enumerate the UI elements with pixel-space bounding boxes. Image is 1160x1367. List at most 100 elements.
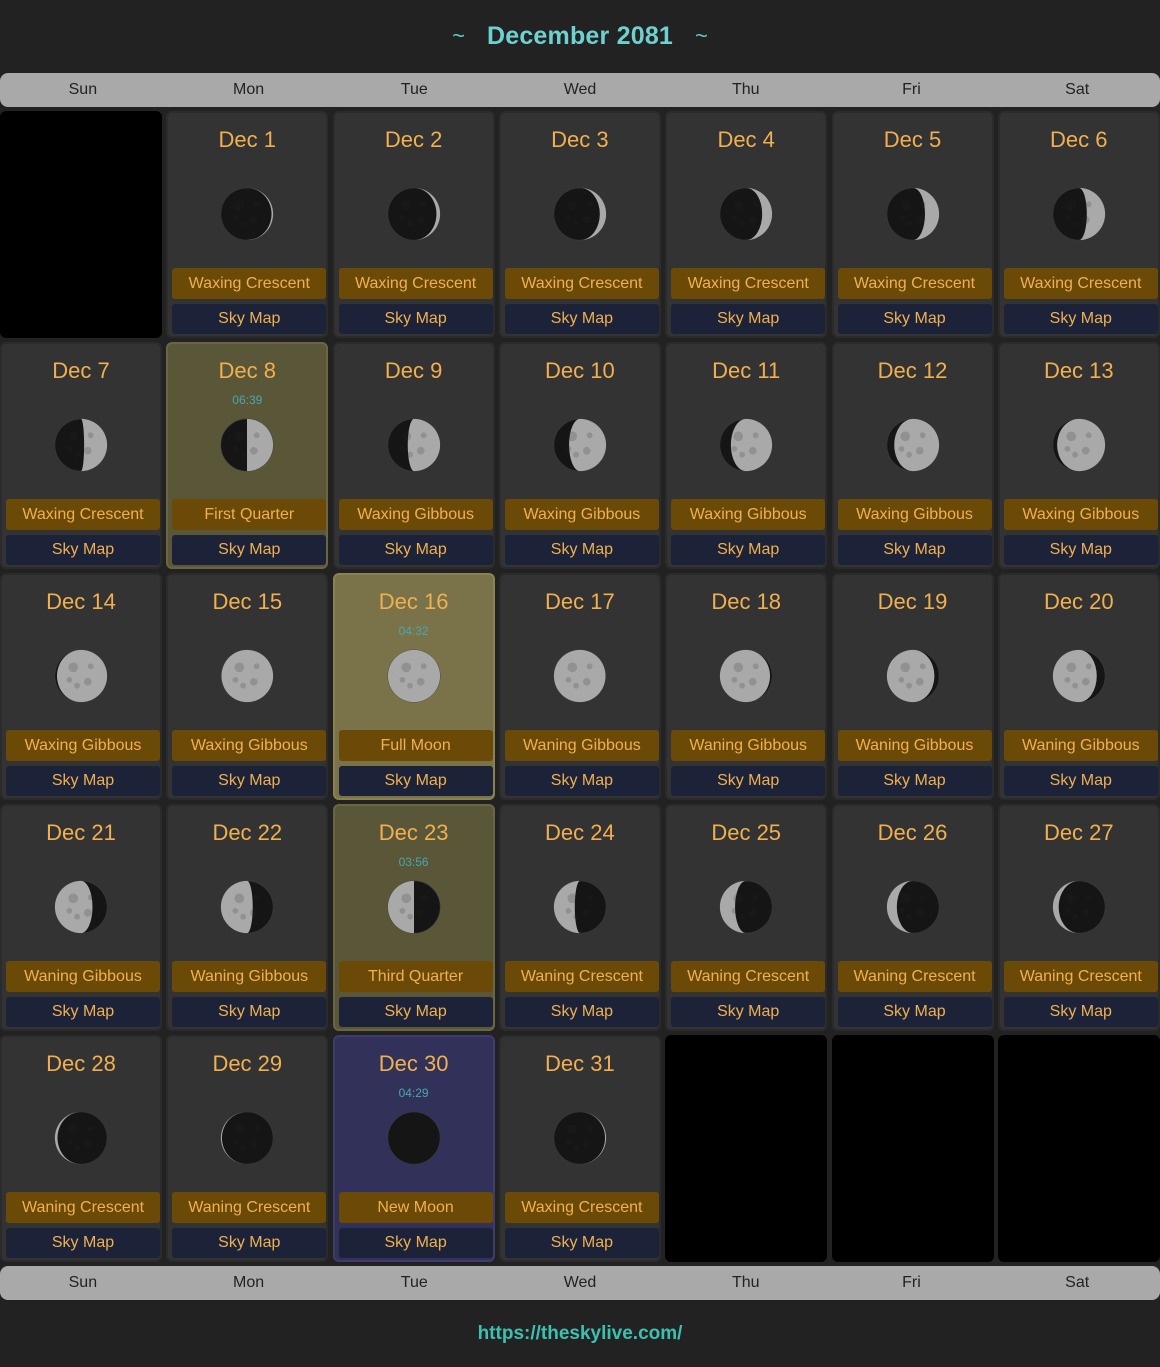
sky-map-button[interactable]: Sky Map — [504, 535, 659, 565]
weekday-label: Sat — [1065, 81, 1090, 98]
day-cell: Dec 26 Waning Crescent Sky Map — [831, 804, 994, 1031]
day-cell: Dec 8 06:39 First Quarter Sky Map — [166, 342, 329, 569]
phase-time: 03:56 — [398, 855, 429, 869]
moon-phase-icon — [553, 418, 607, 472]
sky-map-button[interactable]: Sky Map — [6, 535, 160, 565]
moon-phase-icon — [886, 418, 939, 472]
phase-label: Waxing Crescent — [671, 268, 826, 299]
empty-day-cell — [997, 1035, 1160, 1262]
day-date: Dec 12 — [877, 358, 948, 383]
day-date: Dec 18 — [711, 589, 782, 614]
day-cell: Dec 23 03:56 Third Quarter Sky Map — [332, 804, 495, 1031]
day-date: Dec 23 — [378, 820, 449, 845]
sky-map-button[interactable]: Sky Map — [671, 997, 826, 1027]
phase-label: Waning Gibbous — [1003, 730, 1158, 761]
sky-map-button[interactable]: Sky Map — [504, 997, 659, 1027]
sky-map-button[interactable]: Sky Map — [338, 535, 493, 565]
day-date: Dec 27 — [1043, 820, 1114, 845]
sky-map-button[interactable]: Sky Map — [338, 766, 493, 796]
sky-map-button[interactable]: Sky Map — [504, 304, 659, 334]
day-date: Dec 7 — [52, 358, 110, 383]
day-date: Dec 1 — [218, 127, 277, 152]
day-date: Dec 31 — [545, 1051, 615, 1076]
day-date: Dec 29 — [212, 1051, 283, 1076]
phase-label: Third Quarter — [338, 961, 493, 992]
sky-map-button[interactable]: Sky Map — [172, 997, 327, 1027]
day-cell: Dec 21 Waning Gibbous Sky Map — [0, 804, 162, 1031]
moon-phase-icon — [387, 1111, 440, 1165]
sky-map-button[interactable]: Sky Map — [837, 535, 992, 565]
sky-map-button[interactable]: Sky Map — [1003, 997, 1158, 1027]
phase-label: Waning Crescent — [504, 961, 659, 992]
weekday-label: Thu — [731, 81, 760, 98]
sky-map-button[interactable]: Sky Map — [172, 304, 327, 334]
sky-map-button[interactable]: Sky Map — [1003, 535, 1158, 565]
day-date: Dec 28 — [46, 1051, 116, 1076]
moon-phase-icon — [886, 187, 939, 241]
sky-map-button[interactable]: Sky Map — [504, 766, 659, 796]
moon-phase-icon — [387, 418, 440, 472]
sky-map-button[interactable]: Sky Map — [671, 766, 826, 796]
day-cell: Dec 9 Waxing Gibbous Sky Map — [332, 342, 495, 569]
day-cell: Dec 15 Waxing Gibbous Sky Map — [166, 573, 329, 800]
sky-map-button[interactable]: Sky Map — [338, 304, 493, 334]
sky-map-button[interactable]: Sky Map — [172, 1228, 327, 1258]
footer-site-link[interactable]: https://theskylive.com/ — [0, 1323, 1160, 1345]
phase-label: Waning Gibbous — [172, 961, 327, 992]
sky-map-button[interactable]: Sky Map — [6, 997, 160, 1027]
sky-map-button[interactable]: Sky Map — [671, 535, 826, 565]
sky-map-button[interactable]: Sky Map — [837, 997, 992, 1027]
phase-label: Waning Crescent — [6, 1192, 160, 1223]
weekday-label: Wed — [563, 1274, 597, 1291]
day-date: Dec 9 — [384, 358, 443, 383]
day-date: Dec 13 — [1043, 358, 1114, 383]
weekday-label: Wed — [563, 81, 597, 98]
moon-phase-icon — [886, 649, 939, 703]
moon-phase-icon — [54, 418, 108, 472]
moon-phase-icon — [387, 880, 440, 934]
day-cell: Dec 17 Waning Gibbous Sky Map — [498, 573, 661, 800]
day-cell: Dec 20 Waning Gibbous Sky Map — [997, 573, 1160, 800]
moon-phase-icon — [553, 187, 607, 241]
moon-phase-icon — [54, 880, 108, 934]
sky-map-button[interactable]: Sky Map — [1003, 304, 1158, 334]
next-month-tilde[interactable]: ~ — [695, 23, 708, 49]
prev-month-tilde[interactable]: ~ — [452, 23, 465, 49]
phase-label: Waxing Gibbous — [1003, 499, 1158, 530]
sky-map-button[interactable]: Sky Map — [671, 304, 826, 334]
day-date: Dec 20 — [1043, 589, 1114, 614]
day-date: Dec 11 — [712, 358, 781, 383]
day-cell: Dec 6 Waxing Crescent Sky Map — [997, 111, 1160, 338]
sky-map-button[interactable]: Sky Map — [6, 766, 160, 796]
day-date: Dec 6 — [1050, 127, 1108, 152]
moon-phase-icon — [1052, 187, 1106, 241]
sky-map-button[interactable]: Sky Map — [172, 535, 327, 565]
sky-map-button[interactable]: Sky Map — [837, 766, 992, 796]
sky-map-button[interactable]: Sky Map — [6, 1228, 160, 1258]
day-date: Dec 26 — [877, 820, 948, 845]
sky-map-button[interactable]: Sky Map — [338, 1228, 493, 1258]
phase-label: Waxing Gibbous — [172, 730, 327, 761]
day-date: Dec 5 — [883, 127, 942, 152]
moon-phase-icon — [220, 649, 274, 703]
day-cell: Dec 18 Waning Gibbous Sky Map — [665, 573, 828, 800]
sky-map-button[interactable]: Sky Map — [172, 766, 327, 796]
phase-label: Waning Gibbous — [504, 730, 659, 761]
day-cell: Dec 1 Waxing Crescent Sky Map — [166, 111, 329, 338]
moon-phase-icon — [553, 649, 607, 703]
empty-day-cell — [831, 1035, 994, 1262]
phase-label: Waxing Gibbous — [671, 499, 826, 530]
day-cell: Dec 16 04:32 Full Moon Sky Map — [332, 573, 495, 800]
day-cell: Dec 14 Waxing Gibbous Sky Map — [0, 573, 162, 800]
day-cell: Dec 2 Waxing Crescent Sky Map — [332, 111, 495, 338]
day-date: Dec 14 — [46, 589, 116, 614]
phase-label: Waxing Crescent — [1003, 268, 1158, 299]
sky-map-button[interactable]: Sky Map — [504, 1228, 659, 1258]
sky-map-button[interactable]: Sky Map — [338, 997, 493, 1027]
sky-map-button[interactable]: Sky Map — [837, 304, 992, 334]
weekday-label: Sun — [68, 1274, 98, 1291]
day-cell: Dec 4 Waxing Crescent Sky Map — [665, 111, 828, 338]
sky-map-button[interactable]: Sky Map — [1003, 766, 1158, 796]
day-date: Dec 10 — [545, 358, 615, 383]
day-date: Dec 19 — [877, 589, 948, 614]
